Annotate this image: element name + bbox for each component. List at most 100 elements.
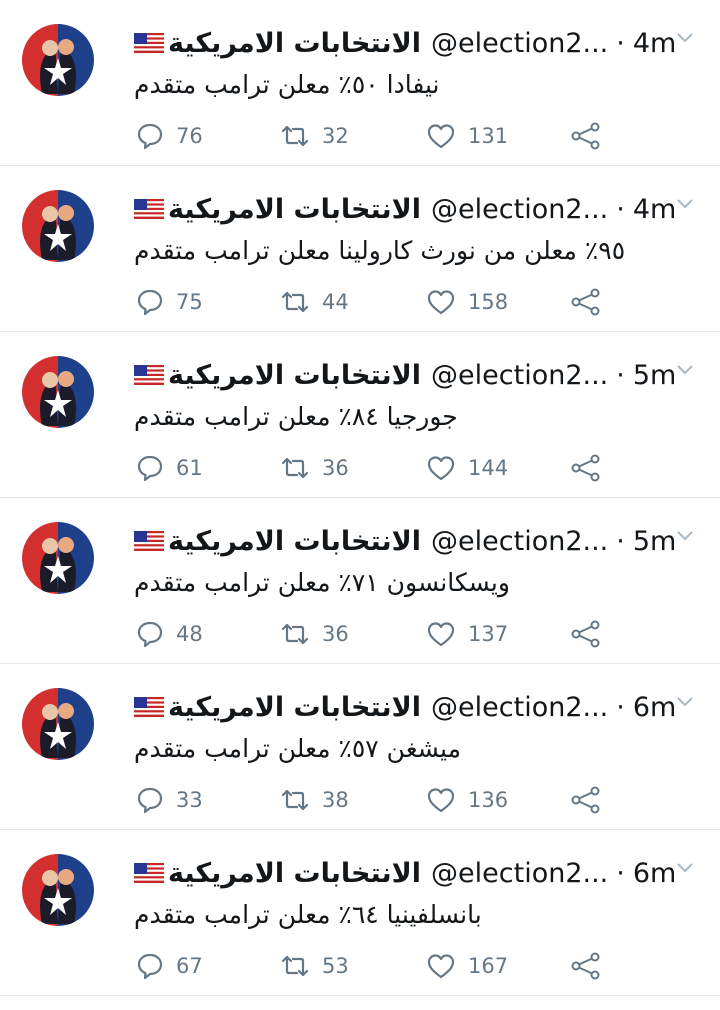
tweet-item[interactable]: الانتخابات الامريكية @election2... · 4m … (0, 0, 720, 166)
tweet-item[interactable]: الانتخابات الامريكية @election2... · 6m … (0, 830, 720, 996)
us-flag-icon (134, 697, 164, 717)
tweet-actions: 33 38 136 (136, 780, 616, 820)
author-handle[interactable]: @election2... (431, 858, 608, 889)
like-button[interactable]: 167 (426, 946, 508, 986)
like-button[interactable]: 144 (426, 448, 508, 488)
author-handle[interactable]: @election2... (431, 692, 608, 723)
reply-button[interactable]: 61 (136, 448, 203, 488)
retweet-count: 38 (322, 788, 349, 812)
retweet-button[interactable]: 44 (280, 282, 349, 322)
retweet-button[interactable]: 38 (280, 780, 349, 820)
timestamp[interactable]: 5m (633, 360, 676, 391)
share-button[interactable] (571, 448, 613, 488)
share-button[interactable] (571, 282, 613, 322)
us-flag-icon (134, 531, 164, 551)
chevron-down-icon[interactable] (676, 32, 694, 44)
us-flag-icon (134, 33, 164, 53)
like-button[interactable]: 136 (426, 780, 508, 820)
reply-count: 33 (176, 788, 203, 812)
avatar[interactable] (22, 522, 94, 594)
share-nodes-icon (571, 620, 600, 648)
retweet-count: 32 (322, 124, 349, 148)
us-flag-icon (134, 199, 164, 219)
timestamp[interactable]: 4m (633, 194, 676, 225)
heart-icon (427, 456, 455, 481)
reply-button[interactable]: 33 (136, 780, 203, 820)
tweet-item[interactable]: الانتخابات الامريكية @election2... · 5m … (0, 498, 720, 664)
reply-button[interactable]: 48 (136, 614, 203, 654)
reply-button[interactable]: 67 (136, 946, 203, 986)
author-name[interactable]: الانتخابات الامريكية (168, 858, 421, 889)
chevron-down-icon[interactable] (676, 862, 694, 874)
reply-count: 75 (176, 290, 203, 314)
separator: · (616, 525, 625, 557)
author-name[interactable]: الانتخابات الامريكية (168, 526, 421, 557)
author-handle[interactable]: @election2... (431, 28, 608, 59)
author-handle[interactable]: @election2... (431, 526, 608, 557)
chevron-down-icon[interactable] (676, 696, 694, 708)
reply-button[interactable]: 76 (136, 116, 203, 156)
like-count: 144 (468, 456, 509, 480)
share-nodes-icon (571, 122, 600, 150)
timestamp[interactable]: 5m (633, 526, 676, 557)
share-nodes-icon (571, 454, 600, 482)
retweet-button[interactable]: 36 (280, 614, 349, 654)
share-button[interactable] (571, 780, 613, 820)
author-name[interactable]: الانتخابات الامريكية (168, 28, 421, 59)
timestamp[interactable]: 6m (633, 692, 676, 723)
avatar[interactable] (22, 190, 94, 262)
heart-icon (427, 290, 455, 315)
retweet-arrows-icon (281, 955, 309, 977)
avatar[interactable] (22, 356, 94, 428)
us-flag-icon (134, 365, 164, 385)
retweet-arrows-icon (281, 457, 309, 479)
timestamp[interactable]: 6m (633, 858, 676, 889)
author-handle[interactable]: @election2... (431, 360, 608, 391)
avatar[interactable] (22, 854, 94, 926)
reply-count: 61 (176, 456, 203, 480)
heart-icon (427, 622, 455, 647)
separator: · (616, 27, 625, 59)
reply-count: 48 (176, 622, 203, 646)
author-name[interactable]: الانتخابات الامريكية (168, 692, 421, 723)
author-name[interactable]: الانتخابات الامريكية (168, 360, 421, 391)
tweet-item[interactable]: الانتخابات الامريكية @election2... · 6m … (0, 664, 720, 830)
like-count: 158 (468, 290, 509, 314)
retweet-count: 36 (322, 456, 349, 480)
author-name[interactable]: الانتخابات الامريكية (168, 194, 421, 225)
chevron-down-icon[interactable] (676, 364, 694, 376)
tweet-item[interactable]: الانتخابات الامريكية @election2... · 5m … (0, 332, 720, 498)
chevron-down-icon[interactable] (676, 198, 694, 210)
like-count: 136 (468, 788, 509, 812)
like-button[interactable]: 137 (426, 614, 508, 654)
avatar[interactable] (22, 688, 94, 760)
tweet-text: ٩٥٪ معلن من نورث كارولينا معلن ترامب متق… (134, 236, 626, 265)
like-count: 167 (468, 954, 509, 978)
timestamp[interactable]: 4m (633, 28, 676, 59)
share-button[interactable] (571, 116, 613, 156)
like-button[interactable]: 131 (426, 116, 508, 156)
like-button[interactable]: 158 (426, 282, 508, 322)
heart-icon (427, 124, 455, 149)
tweet-feed: الانتخابات الامريكية @election2... · 4m … (0, 0, 720, 996)
retweet-button[interactable]: 36 (280, 448, 349, 488)
comment-bubble-icon (137, 455, 163, 482)
separator: · (616, 359, 625, 391)
author-handle[interactable]: @election2... (431, 194, 608, 225)
retweet-button[interactable]: 53 (280, 946, 349, 986)
tweet-item[interactable]: الانتخابات الامريكية @election2... · 4m … (0, 166, 720, 332)
heart-icon (427, 788, 455, 813)
share-button[interactable] (571, 614, 613, 654)
tweet-text: ويسكانسون ٧١٪ معلن ترامب متقدم (134, 568, 510, 597)
tweet-actions: 61 36 144 (136, 448, 616, 488)
tweet-header: الانتخابات الامريكية @election2... · 5m (134, 522, 704, 560)
share-nodes-icon (571, 952, 600, 980)
share-button[interactable] (571, 946, 613, 986)
reply-button[interactable]: 75 (136, 282, 203, 322)
chevron-down-icon[interactable] (676, 530, 694, 542)
retweet-arrows-icon (281, 291, 309, 313)
avatar[interactable] (22, 24, 94, 96)
comment-bubble-icon (137, 787, 163, 814)
retweet-button[interactable]: 32 (280, 116, 349, 156)
tweet-actions: 75 44 158 (136, 282, 616, 322)
